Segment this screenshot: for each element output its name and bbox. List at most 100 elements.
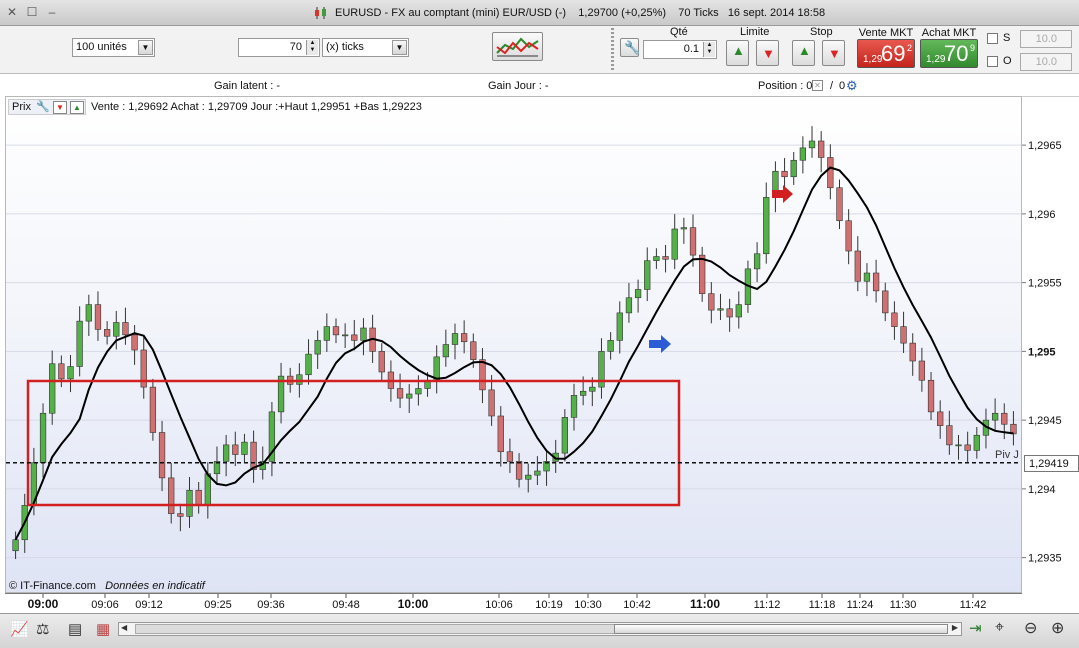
scroll-thumb[interactable] [614, 624, 948, 634]
price-chart[interactable]: Prix 🔧 ▼ ▲ Vente : 1,29692 Achat : 1,297… [5, 96, 1022, 593]
minimize-window-icon[interactable]: – [46, 6, 58, 18]
autoscroll-icon[interactable]: ⇥ [969, 619, 982, 637]
take-profit-checkbox[interactable] [987, 56, 998, 67]
zoom-in-icon[interactable]: ⊕ [1051, 618, 1064, 638]
candle-body [589, 386, 596, 392]
candle-body [296, 374, 303, 385]
stop-loss-input[interactable]: 10.0 [1020, 30, 1072, 48]
take-profit-value: 10.0 [1035, 56, 1057, 68]
buy-market-button[interactable]: Achat MKT 1,29 70 9 [920, 27, 978, 68]
candle-body [845, 220, 852, 252]
candle-body [836, 187, 843, 222]
candle-body [378, 351, 385, 373]
candle-body [671, 228, 678, 260]
stop-sell-button[interactable]: ▼ [822, 40, 845, 66]
candle-body [708, 293, 715, 311]
x-tick-label: 11:00 [690, 597, 720, 611]
last-price-tag: 1,29419 [1024, 455, 1079, 472]
candle-body [607, 340, 614, 352]
stop-label: Stop [810, 26, 833, 38]
x-tick-label: 09:06 [91, 599, 119, 611]
y-tick-label: 1,2935 [1028, 553, 1062, 565]
title-bar: ✕ ☐ – EURUSD - FX au comptant (mini) EUR… [0, 0, 1079, 26]
stop-loss-checkbox[interactable] [987, 33, 998, 44]
moving-average-line [14, 166, 1014, 541]
qty-label: Qté [670, 26, 688, 38]
candle-body [634, 289, 642, 299]
candlestick-app-icon [315, 7, 326, 19]
buy-price-fraction: 9 [970, 43, 976, 53]
candle-body [149, 386, 157, 433]
take-profit-input[interactable]: 10.0 [1020, 53, 1072, 71]
candle-body [662, 256, 669, 260]
period-unit-select[interactable]: (x) ticks ▼ [322, 38, 409, 57]
stop-buy-button[interactable]: ▲ [792, 40, 815, 66]
buy-market-label: Achat MKT [921, 27, 977, 39]
table-icon[interactable]: ▤ [68, 620, 82, 638]
horizontal-scrollbar[interactable]: ◀ ▶ [118, 622, 962, 636]
close-window-icon[interactable]: ✕ [6, 6, 18, 18]
candle-body [250, 441, 257, 470]
source-text: © IT-Finance.com [9, 580, 96, 592]
candle-body [195, 489, 202, 506]
y-tick-label: 1,296 [1028, 209, 1056, 221]
candle-body [94, 304, 102, 330]
spinner-icon[interactable]: ▲ ▼ [703, 42, 715, 57]
candle-body [168, 477, 175, 514]
sell-market-button[interactable]: Vente MKT 1,29 69 2 [857, 27, 915, 68]
crosshair-icon[interactable]: ⌖ [995, 619, 1004, 637]
indicator-chart-button[interactable] [492, 32, 543, 61]
list-icon[interactable]: ▦ [96, 620, 110, 638]
candle-body [58, 363, 65, 380]
candle-body [497, 415, 504, 453]
x-tick-label: 09:12 [135, 599, 163, 611]
scroll-left-icon[interactable]: ◀ [121, 623, 127, 632]
candle-body [351, 334, 358, 341]
time-axis[interactable]: 09:00 09:06 09:12 09:25 09:36 09:48 10:00 10:06… [5, 593, 1022, 613]
candle-body [955, 444, 962, 447]
drag-handle[interactable] [611, 28, 614, 70]
settings-button[interactable]: 🔧 [620, 38, 640, 57]
candle-body [76, 320, 83, 367]
position-value: 0 [839, 80, 846, 92]
units-select-value: 100 unités [76, 41, 127, 53]
candle-body [158, 432, 166, 479]
limit-sell-button[interactable]: ▼ [756, 40, 779, 66]
candle-body [726, 308, 733, 318]
period-input[interactable]: 70 ▲ ▼ [238, 38, 320, 57]
line-chart-icon[interactable]: 📈 [10, 620, 29, 638]
candle-body [735, 304, 742, 318]
units-select[interactable]: 100 unités ▼ [72, 38, 155, 57]
close-position-icon[interactable]: ✕ [812, 80, 823, 91]
price-axis[interactable]: 1,2965 1,296 1,2955 1,295 1,2945 1,294 1,2935 … [1022, 96, 1079, 593]
chevron-down-icon[interactable]: ▼ [138, 40, 153, 55]
spinner-icon[interactable]: ▲ ▼ [306, 40, 318, 55]
candle-body [909, 342, 916, 362]
gears-icon[interactable]: ⚙ [846, 78, 858, 94]
y-tick-label: 1,2965 [1028, 140, 1062, 152]
candle-body [433, 356, 440, 381]
maximize-window-icon[interactable]: ☐ [26, 6, 38, 18]
stop-loss-label: S [1003, 32, 1011, 44]
candle-body [470, 341, 477, 360]
candlestick-plot [6, 126, 1021, 559]
candle-body [1001, 412, 1008, 425]
datetime-value: 16 sept. 2014 18:58 [727, 7, 826, 19]
scroll-right-icon[interactable]: ▶ [952, 623, 958, 632]
candle-body [781, 170, 788, 178]
limit-buy-button[interactable]: ▲ [726, 40, 749, 66]
x-tick-label: 10:06 [485, 599, 513, 611]
last-price-value: 1,29419 [1029, 458, 1069, 470]
zoom-out-icon[interactable]: ⊖ [1024, 618, 1037, 638]
candle-body [854, 250, 861, 282]
bottom-toolbar: 📈 ⚖ ▤ ▦ ◀ ▶ ⇥ ⌖ ⊖ ⊕ [0, 613, 1079, 648]
qty-input[interactable]: 0.1 ▲ ▼ [643, 40, 717, 59]
indicator-icon[interactable]: ⚖ [36, 620, 49, 638]
chevron-down-icon[interactable]: ▼ [392, 40, 407, 55]
x-tick-label: 10:42 [623, 599, 651, 611]
candle-body [479, 359, 486, 391]
arrow-down-icon: ▼ [762, 46, 775, 61]
x-tick-label: 09:36 [257, 599, 285, 611]
candle-body [49, 363, 56, 414]
scroll-track[interactable] [135, 624, 628, 634]
